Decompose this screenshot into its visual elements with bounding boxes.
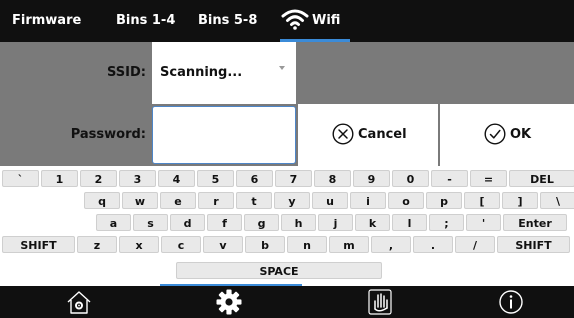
key-c93[interactable]: ] <box>502 192 538 209</box>
key-4[interactable]: 4 <box>158 170 195 187</box>
home-icon[interactable] <box>64 288 94 316</box>
key-c39[interactable]: ' <box>466 214 501 231</box>
key-h[interactable]: h <box>281 214 316 231</box>
key-shift[interactable]: SHIFT <box>2 236 75 253</box>
key-x[interactable]: x <box>119 236 159 253</box>
key-8[interactable]: 8 <box>314 170 351 187</box>
key-0[interactable]: 0 <box>392 170 429 187</box>
key-n[interactable]: n <box>287 236 327 253</box>
bottom-nav-bar <box>0 286 574 318</box>
ssid-label: SSID: <box>107 65 146 80</box>
key-c44[interactable]: , <box>371 236 411 253</box>
gear-icon[interactable] <box>214 288 244 316</box>
ssid-dropdown[interactable]: Scanning... <box>152 42 296 104</box>
key-s[interactable]: s <box>133 214 168 231</box>
key-space[interactable]: SPACE <box>176 262 382 279</box>
key-u[interactable]: u <box>312 192 348 209</box>
key-c45[interactable]: - <box>431 170 468 187</box>
key-del[interactable]: DEL <box>509 170 574 187</box>
key-d[interactable]: d <box>170 214 205 231</box>
key-w[interactable]: w <box>122 192 158 209</box>
key-c47[interactable]: / <box>455 236 495 253</box>
key-shift[interactable]: SHIFT <box>497 236 570 253</box>
key-a[interactable]: a <box>96 214 131 231</box>
key-c[interactable]: c <box>161 236 201 253</box>
key-j[interactable]: j <box>318 214 353 231</box>
password-row: Password: Cancel OK <box>0 104 574 166</box>
key-i[interactable]: i <box>350 192 386 209</box>
key-o[interactable]: o <box>388 192 424 209</box>
key-c61[interactable]: = <box>470 170 507 187</box>
key-l[interactable]: l <box>392 214 427 231</box>
tab-firmware[interactable]: Firmware <box>12 0 81 42</box>
tab-bar: Firmware Bins 1-4 Bins 5-8 Wifi <box>0 0 574 42</box>
cancel-button[interactable]: Cancel <box>298 104 438 166</box>
on-screen-keyboard: ` 1 2 3 4 5 6 7 8 9 0- = DEL q w e r t y u i o p[] \ a s d f g h j k l; '… <box>0 166 574 286</box>
circle-x-icon <box>332 123 354 145</box>
key-enter[interactable]: Enter <box>503 214 567 231</box>
wifi-icon <box>281 9 309 30</box>
key-2[interactable]: 2 <box>80 170 117 187</box>
key-g[interactable]: g <box>244 214 279 231</box>
ssid-row: SSID: Scanning... <box>0 42 574 104</box>
key-3[interactable]: 3 <box>119 170 156 187</box>
key-b[interactable]: b <box>245 236 285 253</box>
key-c91[interactable]: [ <box>464 192 500 209</box>
key-c96[interactable]: ` <box>2 170 39 187</box>
key-z[interactable]: z <box>77 236 117 253</box>
cancel-button-label: Cancel <box>358 127 407 142</box>
key-k[interactable]: k <box>355 214 390 231</box>
key-9[interactable]: 9 <box>353 170 390 187</box>
ok-button[interactable]: OK <box>440 104 574 166</box>
chevron-down-icon <box>279 66 285 70</box>
tab-bins-1-4[interactable]: Bins 1-4 <box>116 0 175 42</box>
key-m[interactable]: m <box>329 236 369 253</box>
key-6[interactable]: 6 <box>236 170 273 187</box>
tab-wifi[interactable]: Wifi <box>280 0 350 42</box>
key-c92[interactable]: \ <box>540 192 574 209</box>
tab-bins-5-8[interactable]: Bins 5-8 <box>198 0 257 42</box>
key-1[interactable]: 1 <box>41 170 78 187</box>
key-q[interactable]: q <box>84 192 120 209</box>
key-7[interactable]: 7 <box>275 170 312 187</box>
circle-check-icon <box>484 123 506 145</box>
key-5[interactable]: 5 <box>197 170 234 187</box>
password-label: Password: <box>70 127 146 142</box>
key-e[interactable]: e <box>160 192 196 209</box>
ssid-selected-value: Scanning... <box>160 65 243 80</box>
key-c46[interactable]: . <box>413 236 453 253</box>
key-r[interactable]: r <box>198 192 234 209</box>
key-f[interactable]: f <box>207 214 242 231</box>
key-c59[interactable]: ; <box>429 214 464 231</box>
key-y[interactable]: y <box>274 192 310 209</box>
info-icon[interactable] <box>496 288 526 316</box>
key-t[interactable]: t <box>236 192 272 209</box>
tab-wifi-label: Wifi <box>312 13 341 28</box>
key-v[interactable]: v <box>203 236 243 253</box>
key-p[interactable]: p <box>426 192 462 209</box>
ok-button-label: OK <box>510 127 532 142</box>
password-input[interactable] <box>152 106 296 164</box>
hand-icon[interactable] <box>365 288 395 316</box>
